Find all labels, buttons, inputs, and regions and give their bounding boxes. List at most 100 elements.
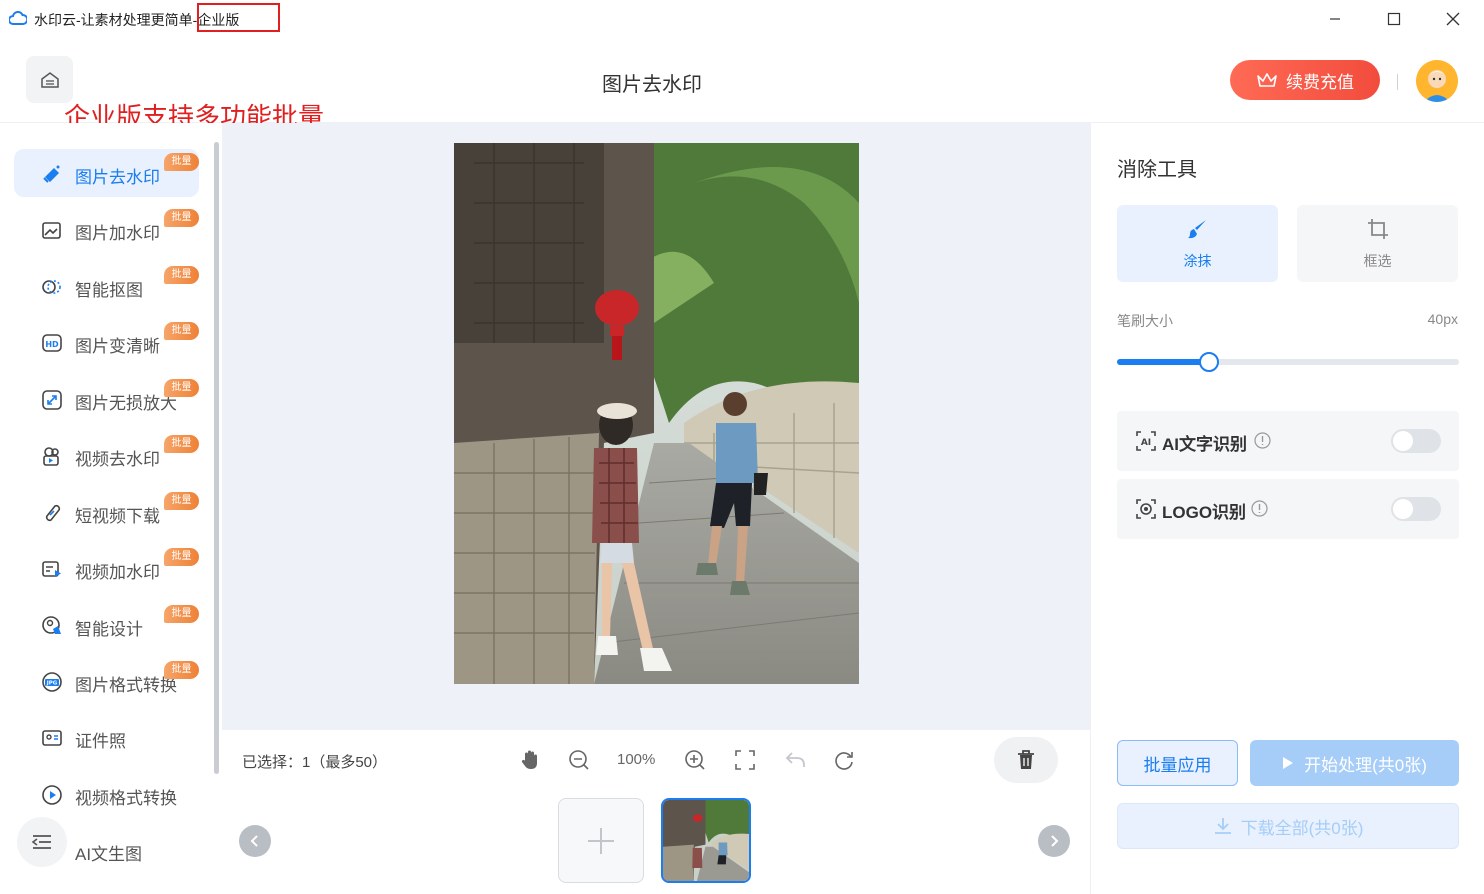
video-convert-icon — [42, 785, 62, 805]
plus-icon — [588, 827, 614, 854]
sidebar-item-label: 图片格式转换 — [75, 676, 177, 695]
zoom-out-icon[interactable] — [567, 748, 591, 772]
hand-pan-icon[interactable] — [518, 748, 542, 772]
option-label: LOGO识别 — [1162, 503, 1247, 522]
recharge-label: 续费充值 — [1286, 72, 1354, 92]
reset-icon[interactable] — [832, 748, 856, 772]
sidebar-item-image-sharpen[interactable]: HD 图片变清晰 批量 — [14, 318, 199, 366]
title-highlight-box — [197, 3, 280, 32]
svg-text:JPG: JPG — [46, 681, 58, 687]
sidebar-item-label: 图片无损放大 — [75, 394, 177, 413]
sidebar-item-label: 图片加水印 — [75, 224, 160, 243]
brush-size-label: 笔刷大小 — [1117, 313, 1173, 329]
fit-screen-icon[interactable] — [733, 748, 757, 772]
sidebar-item-image-add-watermark[interactable]: 图片加水印 批量 — [14, 205, 199, 253]
start-processing-label: 开始处理(共0张) — [1304, 755, 1427, 775]
menu-collapse-icon — [32, 835, 51, 849]
prev-button[interactable] — [239, 825, 271, 857]
trash-icon — [1018, 750, 1034, 769]
recharge-button[interactable]: 续费充值 — [1230, 60, 1380, 100]
chevron-left-icon — [250, 835, 258, 847]
ai-text-icon: AI — [1136, 431, 1156, 451]
sidebar-item-label: 视频去水印 — [75, 450, 160, 469]
hd-icon: HD — [42, 334, 62, 352]
info-icon[interactable] — [1251, 500, 1268, 517]
undo-icon[interactable] — [783, 748, 807, 772]
sidebar-item-label: 短视频下载 — [75, 507, 160, 526]
tool-brush-label: 涂抹 — [1183, 253, 1212, 269]
download-all-label: 下载全部(共0张) — [1240, 818, 1364, 838]
title-bar: 水印云-让素材处理更简单-企业版 — [0, 0, 1484, 38]
image-thumbnail[interactable] — [661, 798, 751, 883]
slider-knob[interactable] — [1199, 352, 1220, 372]
sidebar-collapse-button[interactable] — [17, 817, 67, 867]
sidebar-item-image-format-convert[interactable]: JPG 图片格式转换 批量 — [14, 657, 199, 705]
logo-toggle[interactable] — [1391, 497, 1441, 521]
batch-apply-button[interactable]: 批量应用 — [1117, 740, 1238, 786]
sidebar-scrollbar[interactable] — [214, 142, 219, 774]
batch-badge: 批量 — [164, 209, 199, 227]
crown-icon — [1257, 73, 1277, 87]
batch-badge: 批量 — [164, 322, 199, 340]
sidebar-item-label: 智能设计 — [75, 620, 143, 639]
app-window: 水印云-让素材处理更简单-企业版 图片去水印 企业版支持多功能批量 续费充值 图… — [0, 0, 1484, 894]
add-image-button[interactable] — [558, 798, 644, 883]
download-icon — [1214, 818, 1231, 834]
download-link-icon — [45, 504, 61, 522]
video-eraser-icon — [43, 447, 59, 466]
sidebar-item-video-add-watermark[interactable]: 视频加水印 批量 — [14, 544, 199, 592]
sidebar-item-smart-cutout[interactable]: 智能抠图 批量 — [14, 262, 199, 310]
brush-size-slider[interactable] — [1117, 352, 1459, 372]
sidebar-item-label: 视频加水印 — [75, 563, 160, 582]
id-photo-icon — [42, 730, 62, 746]
batch-badge: 批量 — [164, 605, 199, 623]
brush-icon — [1187, 220, 1206, 239]
tool-crop-select[interactable]: 框选 — [1297, 205, 1458, 282]
sidebar-item-smart-design[interactable]: 智能设计 批量 — [14, 601, 199, 649]
photo-preview[interactable] — [454, 143, 859, 684]
image-canvas[interactable] — [222, 123, 1090, 730]
canvas-toolbar: 已选择：1（最多50） 100% — [222, 730, 1090, 790]
start-processing-button[interactable]: 开始处理(共0张) — [1250, 740, 1459, 786]
eraser-icon — [43, 165, 60, 183]
minimize-icon[interactable] — [1324, 8, 1346, 30]
zoom-in-icon[interactable] — [683, 748, 707, 772]
sidebar-item-label: 证件照 — [75, 732, 126, 751]
play-icon — [1283, 757, 1294, 769]
next-button[interactable] — [1038, 825, 1070, 857]
cutout-icon — [42, 280, 61, 294]
option-logo-recognition: LOGO识别 — [1117, 479, 1459, 539]
sidebar-item-image-watermark-removal[interactable]: 图片去水印 批量 — [14, 149, 199, 197]
batch-badge: 批量 — [164, 435, 199, 453]
maximize-icon[interactable] — [1383, 8, 1405, 30]
ai-text-toggle[interactable] — [1391, 429, 1441, 453]
download-all-button[interactable]: 下载全部(共0张) — [1117, 803, 1459, 849]
sidebar-item-id-photo[interactable]: 证件照 — [14, 713, 199, 761]
batch-badge: 批量 — [164, 153, 199, 171]
sidebar: 图片去水印 批量 图片加水印 批量 智能抠图 批量 HD 图片变清晰 批量 图片… — [0, 123, 222, 894]
page-header: 图片去水印 企业版支持多功能批量 续费充值 — [0, 38, 1484, 132]
sidebar-item-video-watermark-removal[interactable]: 视频去水印 批量 — [14, 431, 199, 479]
batch-badge: 批量 — [164, 379, 199, 397]
info-icon[interactable] — [1254, 432, 1271, 449]
cloud-logo-icon — [9, 11, 27, 25]
close-icon[interactable] — [1442, 8, 1464, 30]
chevron-right-icon — [1051, 835, 1059, 847]
delete-button[interactable] — [994, 737, 1058, 783]
option-label: AI文字识别 — [1162, 435, 1247, 454]
sidebar-item-lossless-enlarge[interactable]: 图片无损放大 批量 — [14, 375, 199, 423]
panel-title: 消除工具 — [1117, 159, 1197, 181]
svg-text:AI: AI — [1141, 438, 1151, 448]
avatar[interactable] — [1416, 60, 1458, 102]
sidebar-item-label: 智能抠图 — [75, 281, 143, 300]
design-icon — [42, 616, 61, 634]
sidebar-item-short-video-download[interactable]: 短视频下载 批量 — [14, 488, 199, 536]
sidebar-item-label: 视频格式转换 — [75, 789, 177, 808]
tool-brush[interactable]: 涂抹 — [1117, 205, 1278, 282]
crop-icon — [1367, 219, 1388, 239]
thumbnail-strip — [222, 790, 1090, 894]
zoom-level: 100% — [617, 751, 656, 768]
sidebar-item-video-format-convert[interactable]: 视频格式转换 — [14, 770, 199, 818]
sidebar-item-label: 图片去水印 — [75, 168, 160, 187]
batch-badge: 批量 — [164, 548, 199, 566]
